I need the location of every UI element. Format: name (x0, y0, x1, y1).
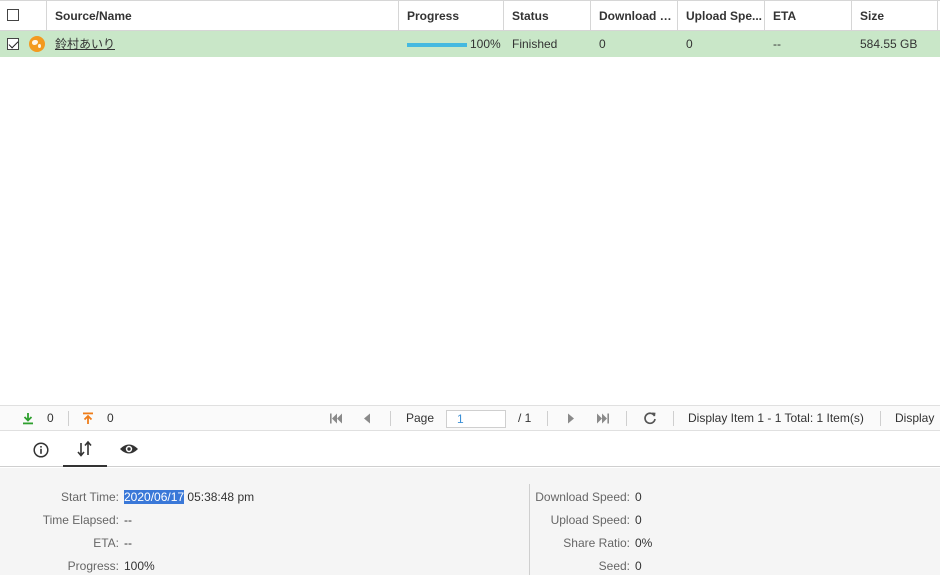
start-time-clock: 05:38:48 pm (184, 490, 255, 504)
detail-tabs (0, 431, 940, 467)
start-date-selected[interactable]: 2020/06/17 (124, 490, 185, 504)
time-elapsed-value: -- (124, 513, 132, 527)
upload-speed-cell: 0 (686, 37, 693, 51)
display-label[interactable]: Display (895, 406, 934, 431)
seed-value: 0 (635, 559, 642, 573)
refresh-icon[interactable] (643, 411, 657, 425)
time-elapsed-label: Time Elapsed: (42, 513, 119, 527)
upload-speed-label: Upload Speed: (550, 513, 630, 527)
tab-transfer[interactable] (63, 431, 107, 467)
display-summary: Display Item 1 - 1 Total: 1 Item(s) (688, 411, 864, 425)
table-header: Source/Name Progress Status Download S..… (0, 0, 940, 31)
details-panel: Start Time: 2020/06/17 05:38:48 pm Time … (0, 468, 940, 575)
info-icon (33, 442, 49, 458)
details-divider (529, 484, 530, 575)
col-header-download-speed[interactable]: Download S... (591, 1, 678, 31)
col-header-upload-speed[interactable]: Upload Spe... (678, 1, 765, 31)
tab-info[interactable] (19, 431, 63, 467)
start-time-label: Start Time: (60, 490, 119, 504)
globe-icon (29, 36, 45, 52)
download-speed-cell: 0 (599, 37, 606, 51)
eta-cell: -- (773, 37, 781, 51)
row-checkbox[interactable] (7, 38, 19, 50)
start-time-value: 2020/06/17 05:38:48 pm (124, 490, 254, 504)
table-row[interactable]: 鈴村あいり 100% Finished 0 0 -- 584.55 GB (0, 31, 940, 57)
download-arrow-icon (23, 413, 33, 425)
eye-icon (120, 444, 138, 454)
col-header-size[interactable]: Size (852, 1, 938, 31)
col-header-eta[interactable]: ETA (765, 1, 852, 31)
col-header-progress[interactable]: Progress (399, 1, 504, 31)
page-label: Page (406, 411, 435, 425)
progress-label: Progress: (67, 559, 119, 573)
status-cell: Finished (512, 37, 558, 51)
row-name-cell: 鈴村あいり (55, 31, 115, 57)
pager-bar: 0 0 Page / 1 Display Item 1 - 1 Total: 1… (0, 405, 940, 431)
upload-count: 0 (107, 411, 114, 425)
progress-value: 100% (124, 559, 155, 573)
eta-label: ETA: (93, 536, 119, 550)
page-number-input[interactable] (446, 410, 506, 428)
next-page-icon[interactable] (566, 413, 576, 424)
eta-value: -- (124, 536, 132, 550)
col-header-select (0, 1, 47, 31)
first-page-icon[interactable] (329, 413, 343, 424)
col-header-status[interactable]: Status (504, 1, 591, 31)
progress-fill (407, 43, 467, 47)
download-speed-label: Download Speed: (535, 490, 630, 504)
download-count: 0 (47, 411, 54, 425)
col-header-name[interactable]: Source/Name (47, 1, 399, 31)
download-speed-value: 0 (635, 490, 642, 504)
upload-arrow-icon (83, 412, 93, 424)
share-ratio-value: 0% (635, 536, 653, 550)
task-name-link[interactable]: 鈴村あいり (55, 37, 115, 51)
transfer-icon (77, 440, 92, 457)
tab-preview[interactable] (107, 431, 151, 467)
last-page-icon[interactable] (596, 413, 610, 424)
page-total: / 1 (518, 411, 532, 425)
size-cell: 584.55 GB (860, 37, 918, 51)
progress-bar (407, 43, 467, 47)
upload-speed-value: 0 (635, 513, 642, 527)
seed-label: Seed: (598, 559, 630, 573)
share-ratio-label: Share Ratio: (563, 536, 630, 550)
progress-text: 100% (470, 37, 501, 51)
prev-page-icon[interactable] (362, 413, 372, 424)
